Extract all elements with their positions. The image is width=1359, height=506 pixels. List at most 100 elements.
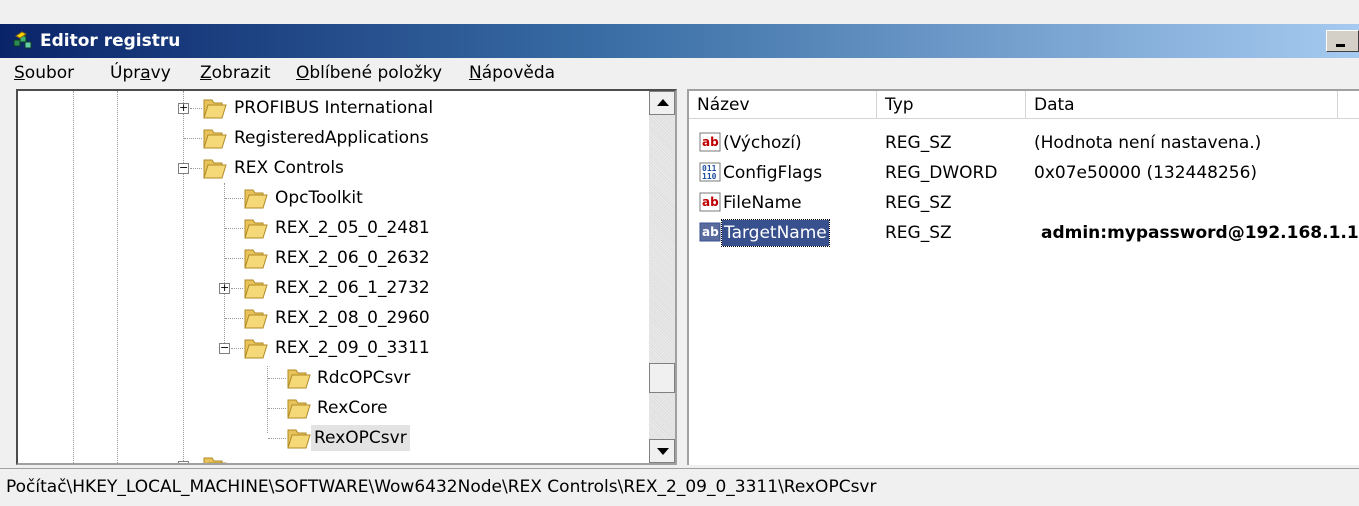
scroll-up-button[interactable] [649,91,675,115]
value-row-configflags[interactable]: 011 110 ConfigFlags REG_DWORD 0x07e50000 … [689,160,1359,186]
tree-item-rex-2-09-0-3311[interactable]: − REX_2_09_0_3311 [18,335,648,361]
svg-text:ab: ab [702,135,719,149]
value-row-filename[interactable]: ab FileName REG_SZ [689,190,1359,216]
scroll-thumb[interactable] [649,363,675,393]
registry-editor-icon [13,31,32,49]
menu-napoveda[interactable]: Nápověda [469,63,555,83]
expand-icon[interactable]: + [178,102,189,114]
tree-item-label: RdcOPCsvr [317,368,411,388]
tree-vertical-scrollbar[interactable] [649,91,675,463]
value-type: REG_SZ [885,133,952,153]
menu-oblibene-polozky[interactable]: Oblíbené položky [296,63,442,83]
value-row-default[interactable]: ab (Výchozí) REG_SZ (Hodnota není nastav… [689,130,1359,156]
registry-tree[interactable]: + PROFIBUS International RegisteredAppli… [16,89,677,465]
column-header-data[interactable]: Data [1026,91,1338,119]
value-data: admin:mypassword@192.168.1.10 [1041,223,1359,243]
tree-item-label: RexOPCsvr [311,425,410,451]
tree-item-registered-applications[interactable]: RegisteredApplications [18,125,648,151]
tree-guide-line [225,198,243,199]
tree-item-rdcopcsvr[interactable]: RdcOPCsvr [18,365,648,391]
tree-item-rex-2-08-0-2960[interactable]: REX_2_08_0_2960 [18,305,648,331]
tree-item-rex-controls[interactable]: − REX Controls [18,155,648,181]
status-bar: Počítač\HKEY_LOCAL_MACHINE\SOFTWARE\Wow6… [0,468,1359,506]
folder-icon [203,129,227,149]
arrow-down-icon [657,448,669,455]
tree-item-rex-2-06-1-2732[interactable]: + REX_2_06_1_2732 [18,275,648,301]
tree-item-rexopcsvr[interactable]: RexOPCsvr [18,425,648,451]
column-header-name[interactable]: Název [689,91,877,119]
column-header-type[interactable]: Typ [877,91,1026,119]
folder-icon [287,399,311,419]
window-title: Editor registru [40,31,181,51]
minimize-icon [1336,44,1345,47]
tree-item-rexcore[interactable]: RexCore [18,395,648,421]
tree-item-label: OpcToolkit [275,188,363,208]
tree-item-partial[interactable] [18,453,648,463]
tree-item-rex-2-06-0-2632[interactable]: REX_2_06_0_2632 [18,245,648,271]
folder-icon [244,309,268,329]
folder-icon [244,219,268,239]
menu-zobrazit[interactable]: Zobrazit [200,63,271,83]
value-data: 0x07e50000 (132448256) [1034,163,1258,183]
svg-text:ab: ab [702,225,719,239]
expand-icon[interactable]: + [219,282,230,294]
svg-text:ab: ab [702,195,719,209]
tree-guide-line [184,138,202,139]
tree-item-profibus-international[interactable]: + PROFIBUS International [18,95,648,121]
tree-guide-line [268,408,286,409]
tree-item-label: PROFIBUS International [234,98,434,118]
collapse-icon[interactable]: − [219,342,230,354]
folder-icon [244,189,268,209]
tree-item-label: REX_2_05_0_2481 [275,218,430,238]
tree-guide-line [231,288,243,289]
folder-icon [287,429,311,449]
folder-icon [203,457,227,463]
value-type: REG_SZ [885,223,952,243]
value-type: REG_SZ [885,193,952,213]
value-name: (Výchozí) [723,133,802,153]
folder-open-icon [203,159,227,179]
tree-item-label: RegisteredApplications [234,128,429,148]
tree-item-label: REX_2_08_0_2960 [275,308,430,328]
tree-guide-line [268,378,286,379]
column-header-filler [1338,91,1359,119]
folder-icon [203,99,227,119]
svg-text:110: 110 [702,172,717,181]
value-data: (Hodnota není nastavena.) [1034,133,1262,153]
string-value-icon: ab [699,132,721,152]
tree-guide-line [225,258,243,259]
value-row-targetname[interactable]: ab TargetName REG_SZ admin:mypassword@19… [689,219,1359,247]
folder-icon [244,249,268,269]
tree-guide-line [225,228,243,229]
tree-item-label: REX_2_06_0_2632 [275,248,430,268]
tree-item-label: REX_2_09_0_3311 [275,338,430,358]
tree-item-label: RexCore [317,398,388,418]
tree-item-label: REX_2_06_1_2732 [275,278,430,298]
scroll-down-button[interactable] [649,439,675,463]
minimize-button[interactable] [1326,30,1359,52]
values-list[interactable]: Název Typ Data ab (Výchozí) REG_SZ (Hodn… [687,89,1359,465]
value-name: TargetName [721,219,830,247]
string-value-icon: ab [699,222,721,242]
tree-guide-line [225,318,243,319]
value-type: REG_DWORD [885,163,998,183]
menu-upravy[interactable]: Úpravy [110,63,171,83]
string-value-icon: ab [699,192,721,212]
folder-icon [244,279,268,299]
menu-soubor[interactable]: Soubor [14,63,74,83]
folder-icon [287,369,311,389]
tree-item-label: REX Controls [234,158,344,178]
expand-icon[interactable] [178,461,189,463]
key-path: Počítač\HKEY_LOCAL_MACHINE\SOFTWARE\Wow6… [6,477,877,497]
folder-open-icon [244,339,268,359]
value-name: FileName [723,193,802,213]
tree-item-opctoolkit[interactable]: OpcToolkit [18,185,648,211]
binary-value-icon: 011110 [699,162,721,182]
tree-guide-line [190,108,202,109]
tree-guide-line [190,168,202,169]
registry-editor-window: Editor registru Soubor Úpravy Zobrazit O… [0,0,1359,506]
menu-bar: Soubor Úpravy Zobrazit Oblíbené položky … [0,58,1359,88]
collapse-icon[interactable]: − [178,162,189,174]
title-bar[interactable]: Editor registru [0,24,1359,58]
tree-item-rex-2-05-0-2481[interactable]: REX_2_05_0_2481 [18,215,648,241]
